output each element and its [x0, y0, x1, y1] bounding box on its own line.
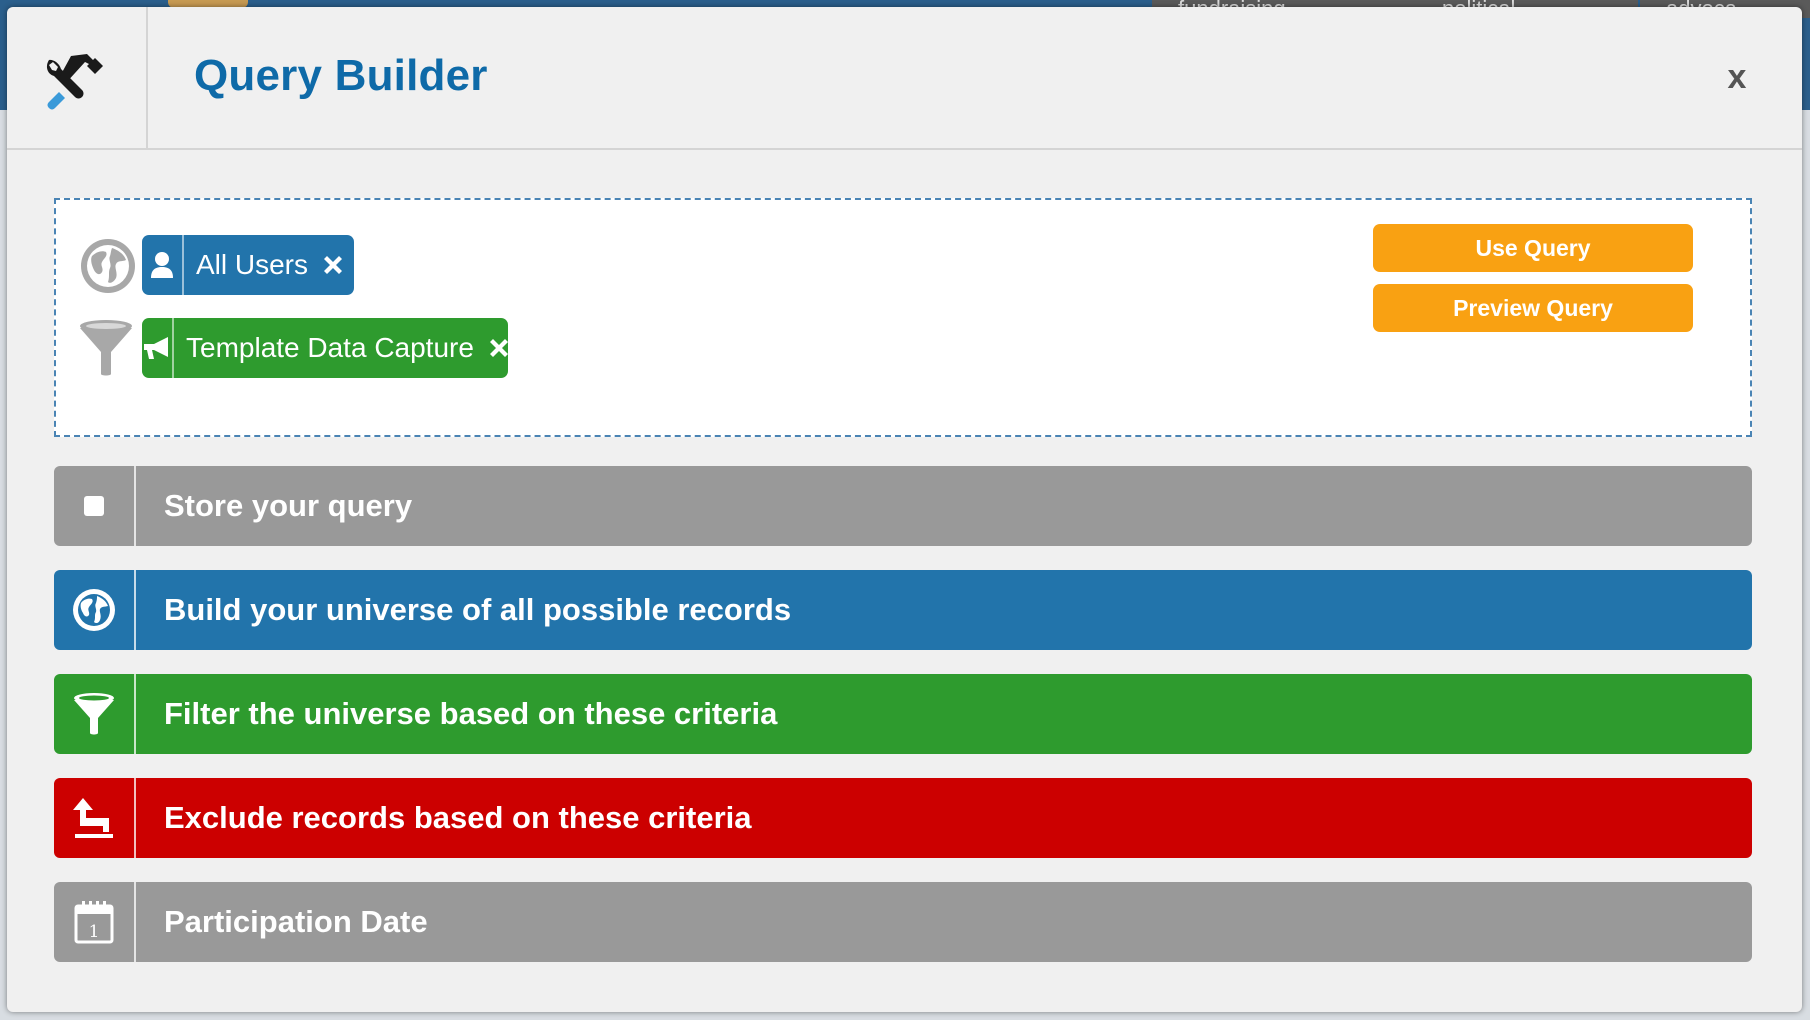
- exclude-records-label: Exclude records based on these criteria: [164, 800, 752, 835]
- universe-chip-label: All Users: [195, 249, 308, 280]
- exclude-arrow-icon: [54, 778, 136, 858]
- query-builder-modal: Query Builder x All Users Template Data …: [7, 7, 1802, 1012]
- build-universe-section[interactable]: Build your universe of all possible reco…: [54, 570, 1752, 650]
- globe-icon: [54, 570, 136, 650]
- remove-universe-chip-button[interactable]: [320, 250, 346, 280]
- query-summary-box: All Users Template Data Capture Use Quer…: [54, 198, 1752, 437]
- filter-universe-section[interactable]: Filter the universe based on these crite…: [54, 674, 1752, 754]
- preview-query-button[interactable]: Preview Query: [1373, 284, 1693, 332]
- close-button[interactable]: x: [1717, 57, 1757, 97]
- square-icon: [54, 466, 136, 546]
- calendar-icon: 1: [54, 882, 136, 962]
- filter-chip[interactable]: Template Data Capture: [142, 318, 508, 378]
- exclude-records-section[interactable]: Exclude records based on these criteria: [54, 778, 1752, 858]
- store-query-label: Store your query: [164, 488, 413, 523]
- universe-chip[interactable]: All Users: [142, 235, 354, 295]
- filter-universe-label: Filter the universe based on these crite…: [164, 696, 778, 731]
- modal-title: Query Builder: [194, 51, 488, 100]
- tools-icon: [46, 54, 103, 110]
- filter-chip-label: Template Data Capture: [186, 332, 474, 363]
- close-icon: [324, 256, 342, 274]
- store-query-section[interactable]: Store your query: [54, 466, 1752, 546]
- use-query-button[interactable]: Use Query: [1373, 224, 1693, 272]
- filter-icon: [54, 674, 136, 754]
- megaphone-icon: [142, 318, 174, 378]
- globe-icon: [81, 239, 135, 293]
- remove-filter-chip-button[interactable]: [486, 333, 512, 363]
- build-universe-label: Build your universe of all possible reco…: [164, 592, 792, 627]
- user-icon: [142, 235, 184, 295]
- modal-header: Query Builder x: [7, 7, 1802, 150]
- participation-date-section[interactable]: 1 Participation Date: [54, 882, 1752, 962]
- close-icon: [489, 339, 508, 357]
- filter-icon: [80, 320, 132, 376]
- participation-date-label: Participation Date: [164, 904, 428, 939]
- header-icon-cell: [7, 7, 148, 148]
- svg-text:1: 1: [89, 922, 100, 942]
